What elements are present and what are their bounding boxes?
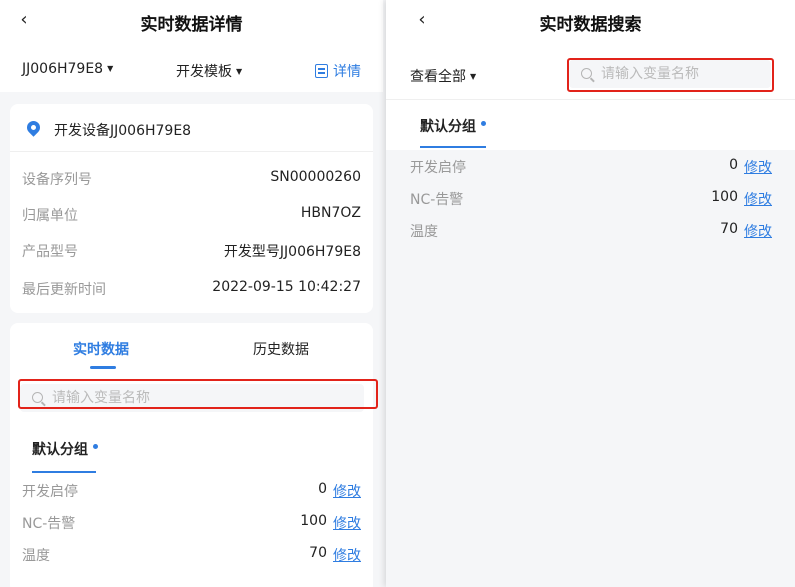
page-title: 实时数据详情 — [140, 15, 243, 35]
info-label: 产品型号 — [22, 244, 78, 260]
variable-row: 开发启停 0 修改 — [22, 479, 361, 501]
device-select-label: JJ006H79E8 — [22, 61, 104, 77]
device-name: 开发设备JJ006H79E8 — [54, 123, 192, 139]
info-value: HBN7OZ — [300, 205, 361, 221]
view-all-select[interactable]: 查看全部 ▼ — [410, 66, 476, 86]
document-icon — [315, 64, 328, 78]
active-tab-indicator — [90, 366, 116, 369]
detail-link[interactable]: 详情 — [315, 61, 361, 81]
info-label: 最后更新时间 — [22, 282, 106, 298]
filter-bar: JJ006H79E8 ▼ 开发模板 ▼ 详情 — [0, 42, 383, 92]
edit-link[interactable]: 修改 — [744, 157, 772, 177]
divider — [386, 99, 795, 100]
dot-indicator — [481, 121, 486, 126]
variable-value: 0 — [729, 157, 738, 173]
variable-row: 温度 70 修改 — [22, 543, 361, 565]
highlight-box — [567, 58, 774, 92]
caret-down-icon: ▼ — [236, 67, 243, 76]
group-tab-indicator — [420, 146, 486, 148]
edit-link[interactable]: 修改 — [744, 221, 772, 241]
search-header: 查看全部 ▼ 默认分组 — [386, 42, 795, 150]
variable-row: 温度 70 修改 — [410, 219, 772, 241]
template-select[interactable]: 开发模板 ▼ — [176, 61, 242, 81]
variable-data-card: 实时数据 历史数据 默认分组 开发启停 0 修改 NC-告警 100 修改 温度… — [10, 323, 378, 587]
detail-link-label: 详情 — [333, 64, 361, 80]
variable-value: 70 — [309, 545, 327, 561]
variable-name: 温度 — [22, 548, 50, 564]
group-tab-default[interactable]: 默认分组 — [420, 116, 486, 136]
info-row-serial: 设备序列号 SN00000260 — [22, 167, 361, 189]
variable-value: 70 — [720, 221, 738, 237]
variable-row: 开发启停 0 修改 — [410, 155, 772, 177]
device-select[interactable]: JJ006H79E8 ▼ — [22, 61, 113, 77]
info-row-unit: 归属单位 HBN7OZ — [22, 203, 361, 225]
device-header: 开发设备JJ006H79E8 — [10, 104, 373, 152]
device-info-card: 开发设备JJ006H79E8 设备序列号 SN00000260 归属单位 HBN… — [10, 104, 373, 313]
tab-realtime-data[interactable]: 实时数据 — [73, 339, 129, 359]
variable-row: NC-告警 100 修改 — [410, 187, 772, 209]
location-pin-icon — [24, 118, 43, 137]
info-label: 设备序列号 — [22, 172, 92, 188]
group-tab-indicator — [32, 471, 96, 473]
variable-name: NC-告警 — [22, 516, 76, 532]
edit-link[interactable]: 修改 — [333, 481, 361, 501]
group-tab-label: 默认分组 — [32, 442, 88, 458]
page-title: 实时数据搜索 — [539, 15, 642, 35]
tab-history-data[interactable]: 历史数据 — [253, 339, 309, 359]
info-value: 开发型号JJ006H79E8 — [223, 244, 361, 260]
edit-link[interactable]: 修改 — [333, 513, 361, 533]
variable-value: 0 — [318, 481, 327, 497]
variable-name: NC-告警 — [410, 192, 464, 208]
highlight-box — [18, 379, 378, 409]
variable-name: 温度 — [410, 224, 438, 240]
navbar: ‹ 实时数据详情 — [0, 0, 383, 42]
variable-name: 开发启停 — [22, 484, 78, 500]
caret-down-icon: ▼ — [470, 72, 477, 81]
template-select-label: 开发模板 — [176, 64, 232, 80]
info-value: 2022-09-15 10:42:27 — [212, 279, 361, 295]
edit-link[interactable]: 修改 — [744, 189, 772, 209]
info-row-updated: 最后更新时间 2022-09-15 10:42:27 — [22, 277, 361, 299]
info-label: 归属单位 — [22, 208, 78, 224]
group-tab-default[interactable]: 默认分组 — [32, 439, 98, 459]
variable-value: 100 — [300, 513, 327, 529]
info-value: SN00000260 — [270, 169, 361, 185]
variable-row: NC-告警 100 修改 — [22, 511, 361, 533]
view-all-label: 查看全部 — [410, 69, 466, 85]
dot-indicator — [93, 444, 98, 449]
realtime-search-screen: ‹ 实时数据搜索 查看全部 ▼ 默认分组 开发启停 0 修改 NC-告警 100 … — [386, 0, 795, 587]
info-row-model: 产品型号 开发型号JJ006H79E8 — [22, 239, 361, 261]
group-tab-label: 默认分组 — [420, 119, 476, 135]
variable-value: 100 — [711, 189, 738, 205]
caret-down-icon: ▼ — [107, 64, 114, 73]
edit-link[interactable]: 修改 — [333, 545, 361, 565]
realtime-detail-screen: ‹ 实时数据详情 JJ006H79E8 ▼ 开发模板 ▼ 详情 开发设备JJ006H… — [0, 0, 383, 587]
variable-name: 开发启停 — [410, 160, 466, 176]
navbar: ‹ 实时数据搜索 — [386, 0, 795, 42]
